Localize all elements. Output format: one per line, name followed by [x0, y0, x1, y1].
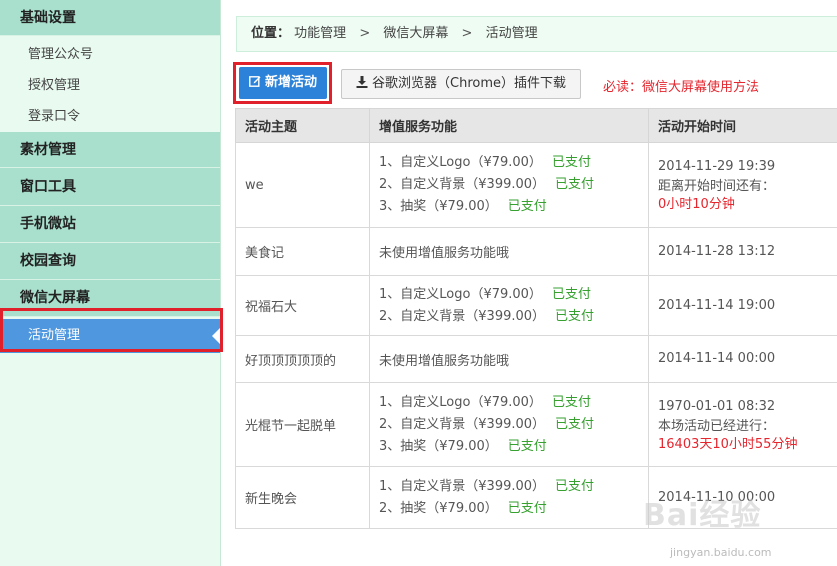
time-cell: 2014-11-28 13:12: [648, 227, 837, 276]
paid-status: 已支付: [507, 500, 547, 516]
service-item: 3、抽奖（¥79.00） 已支付: [379, 436, 648, 458]
breadcrumb-item-activity-management: 活动管理: [485, 26, 538, 41]
table-row[interactable]: we 1、自定义Logo（¥79.00） 已支付 2、自定义背景（¥399.00）…: [235, 142, 837, 228]
sidebar-item-manage-account[interactable]: 管理公众号: [0, 39, 220, 70]
sidebar-section-campus-query[interactable]: 校园查询: [0, 243, 220, 280]
table-row[interactable]: 光棍节一起脱单 1、自定义Logo（¥79.00） 已支付 2、自定义背景（¥39…: [235, 382, 837, 467]
sidebar-section-mobile-site[interactable]: 手机微站: [0, 206, 220, 243]
service-text: 3、抽奖（¥79.00）: [379, 199, 498, 214]
service-item: 1、自定义背景（¥399.00） 已支付: [379, 476, 648, 498]
breadcrumb-item-wechat-screen[interactable]: 微信大屏幕: [383, 26, 448, 41]
service-text: 2、抽奖（¥79.00）: [379, 500, 498, 516]
sidebar-section-wechat-screen[interactable]: 微信大屏幕: [0, 280, 220, 317]
table-row[interactable]: 美食记 未使用增值服务功能哦 2014-11-28 13:12: [235, 227, 837, 276]
elapsed-value: 16403天10小时55分钟: [658, 436, 798, 452]
sidebar-section-basic-settings[interactable]: 基础设置: [0, 0, 220, 36]
services-cell: 1、自定义背景（¥399.00） 已支付 2、抽奖（¥79.00） 已支付: [369, 466, 649, 529]
service-item: 2、自定义背景（¥399.00） 已支付: [379, 174, 648, 196]
activity-topic[interactable]: 祝福石大: [235, 275, 370, 336]
start-time: 1970-01-01 08:32: [658, 398, 776, 414]
breadcrumb-item-function-management[interactable]: 功能管理: [294, 26, 346, 41]
activity-table: 活动主题 增值服务功能 活动开始时间 we 1、自定义Logo（¥79.00） 已…: [235, 108, 837, 529]
column-header-start-time: 活动开始时间: [648, 108, 837, 143]
paid-status: 已支付: [555, 308, 595, 324]
services-cell: 1、自定义Logo（¥79.00） 已支付 2、自定义背景（¥399.00） 已支付: [369, 275, 649, 336]
table-row[interactable]: 祝福石大 1、自定义Logo（¥79.00） 已支付 2、自定义背景（¥399.0…: [235, 275, 837, 336]
sidebar-section-window-tools[interactable]: 窗口工具: [0, 168, 220, 206]
paid-status: 已支付: [507, 199, 547, 214]
services-cell: 1、自定义Logo（¥79.00） 已支付 2、自定义背景（¥399.00） 已支付…: [369, 382, 649, 467]
sidebar-item-login-password[interactable]: 登录口令: [0, 101, 220, 132]
time-cell: 2014-11-14 19:00: [648, 275, 837, 336]
time-cell: 1970-01-01 08:32 本场活动已经进行： 16403天10小时55分…: [648, 382, 837, 467]
paid-status: 已支付: [507, 438, 547, 454]
sidebar-section-materials[interactable]: 素材管理: [0, 132, 220, 168]
service-text: 2、自定义背景（¥399.00）: [379, 416, 546, 432]
elapsed-label: 本场活动已经进行：: [658, 418, 776, 434]
paid-status: 已支付: [555, 416, 595, 432]
sidebar-item-authorization[interactable]: 授权管理: [0, 70, 220, 101]
download-icon: [356, 71, 368, 99]
time-cell: 2014-11-14 00:00: [648, 335, 837, 383]
service-item: 1、自定义Logo（¥79.00） 已支付: [379, 284, 648, 306]
start-time: 2014-11-10 00:00: [658, 489, 776, 505]
service-item: 2、自定义背景（¥399.00） 已支付: [379, 414, 648, 436]
must-read-link[interactable]: 必读：微信大屏幕使用方法: [603, 76, 759, 95]
paid-status: 已支付: [551, 155, 591, 170]
table-row[interactable]: 新生晚会 1、自定义背景（¥399.00） 已支付 2、抽奖（¥79.00） 已支付…: [235, 466, 837, 529]
time-cell: 2014-11-29 19:39 距离开始时间还有： 0小时10分钟: [648, 142, 837, 228]
service-text: 1、自定义背景（¥399.00）: [379, 478, 546, 494]
edit-icon: [249, 68, 261, 100]
caret-left-icon: [212, 328, 220, 344]
baidu-watermark-url: jingyan.baidu.com: [670, 546, 772, 559]
start-time: 2014-11-28 13:12: [658, 243, 776, 259]
column-header-topic: 活动主题: [235, 108, 370, 143]
no-services-text: 未使用增值服务功能哦: [369, 335, 649, 383]
countdown-label: 距离开始时间还有：: [658, 179, 776, 194]
new-activity-button[interactable]: 新增活动: [239, 67, 327, 99]
paid-status: 已支付: [551, 286, 591, 302]
breadcrumb: 位置： 功能管理 > 微信大屏幕 > 活动管理: [236, 16, 837, 52]
paid-status: 已支付: [551, 394, 591, 410]
activity-topic[interactable]: 美食记: [235, 227, 370, 276]
service-text: 1、自定义Logo（¥79.00）: [379, 394, 542, 410]
paid-status: 已支付: [555, 478, 595, 494]
no-services-text: 未使用增值服务功能哦: [369, 227, 649, 276]
column-header-services: 增值服务功能: [369, 108, 649, 143]
start-time: 2014-11-14 00:00: [658, 351, 776, 366]
breadcrumb-separator: >: [359, 26, 371, 41]
service-text: 1、自定义Logo（¥79.00）: [379, 155, 542, 170]
start-time: 2014-11-14 19:00: [658, 297, 776, 313]
activity-topic[interactable]: 好顶顶顶顶顶的: [235, 335, 370, 383]
service-text: 2、自定义背景（¥399.00）: [379, 177, 546, 192]
start-time: 2014-11-29 19:39: [658, 159, 776, 174]
activity-topic[interactable]: we: [235, 142, 370, 228]
new-activity-label: 新增活动: [264, 75, 317, 90]
sidebar-item-activity-management[interactable]: 活动管理: [0, 319, 220, 353]
service-item: 1、自定义Logo（¥79.00） 已支付: [379, 152, 648, 174]
paid-status: 已支付: [555, 177, 595, 192]
service-text: 3、抽奖（¥79.00）: [379, 438, 498, 454]
time-cell: 2014-11-10 00:00: [648, 466, 837, 529]
chrome-plugin-download-button[interactable]: 谷歌浏览器（Chrome）插件下载: [341, 69, 581, 99]
service-item: 2、抽奖（¥79.00） 已支付: [379, 498, 648, 520]
service-item: 1、自定义Logo（¥79.00） 已支付: [379, 392, 648, 414]
service-text: 2、自定义背景（¥399.00）: [379, 308, 546, 324]
breadcrumb-label: 位置：: [251, 26, 291, 41]
sidebar-item-label: 活动管理: [28, 328, 81, 343]
service-text: 1、自定义Logo（¥79.00）: [379, 286, 542, 302]
activity-topic[interactable]: 新生晚会: [235, 466, 370, 529]
sidebar: 基础设置 管理公众号 授权管理 登录口令 素材管理 窗口工具 手机微站 校园查询…: [0, 0, 221, 566]
countdown-value: 0小时10分钟: [658, 197, 735, 212]
services-cell: 1、自定义Logo（¥79.00） 已支付 2、自定义背景（¥399.00） 已支付…: [369, 142, 649, 228]
table-row[interactable]: 好顶顶顶顶顶的 未使用增值服务功能哦 2014-11-14 00:00: [235, 335, 837, 383]
service-item: 3、抽奖（¥79.00） 已支付: [379, 196, 648, 218]
activity-topic[interactable]: 光棍节一起脱单: [235, 382, 370, 467]
breadcrumb-separator: >: [461, 26, 473, 41]
service-item: 2、自定义背景（¥399.00） 已支付: [379, 306, 648, 328]
table-header-row: 活动主题 增值服务功能 活动开始时间: [235, 108, 837, 143]
chrome-plugin-label: 谷歌浏览器（Chrome）插件下载: [372, 76, 566, 91]
